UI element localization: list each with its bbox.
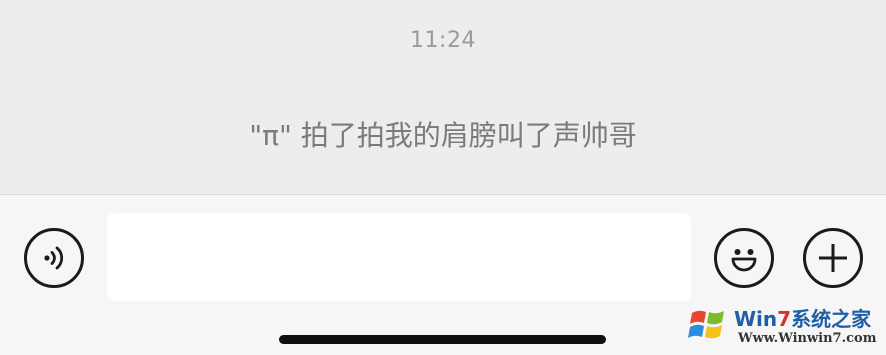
emoji-button[interactable] [714,228,774,288]
voice-input-button[interactable] [24,228,84,288]
watermark-url: Www.Winwin7.com [738,331,877,346]
home-indicator[interactable] [279,335,606,344]
more-functions-button[interactable] [803,228,863,288]
chat-input-bar: Win7系统之家 Www.Winwin7.com [0,194,886,355]
message-input[interactable] [107,213,691,301]
message-timestamp: 11:24 [410,28,476,53]
voice-input-icon [44,246,64,270]
plus-icon [819,244,847,272]
message-list[interactable]: 11:24 "π" 拍了拍我的肩膀叫了声帅哥 [0,0,886,194]
emoji-smile-icon [731,249,757,272]
watermark-title: Win7系统之家 [734,307,872,331]
windows-logo-icon [688,310,724,339]
site-watermark: Win7系统之家 Www.Winwin7.com [686,301,882,351]
chat-screen: 11:24 "π" 拍了拍我的肩膀叫了声帅哥 Win7系统之家 Www.Winw… [0,0,886,355]
pat-system-message: "π" 拍了拍我的肩膀叫了声帅哥 [249,119,637,152]
